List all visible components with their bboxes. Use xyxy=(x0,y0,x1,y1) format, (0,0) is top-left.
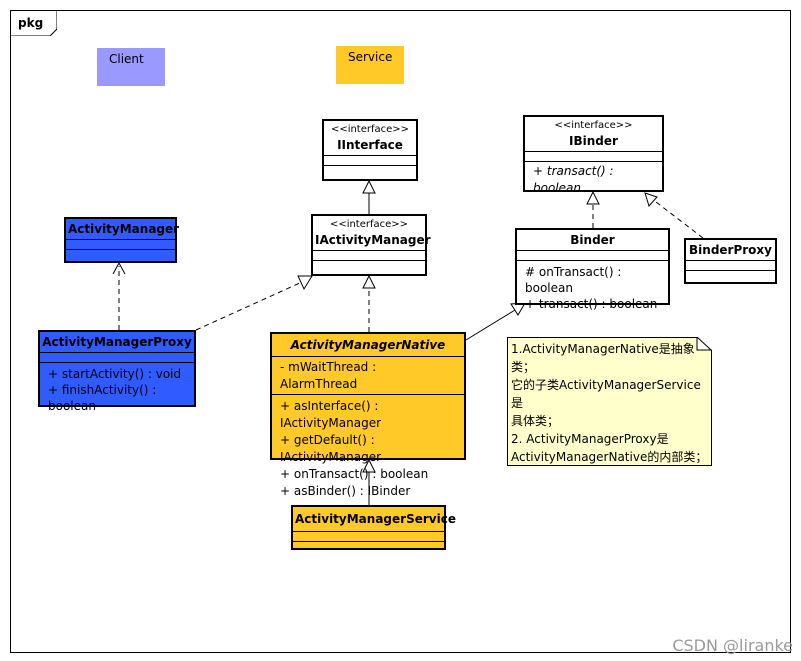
operation: + transact() : boolean xyxy=(533,164,614,195)
realization-arrow xyxy=(297,275,313,291)
note-line: 2. ActivityManagerProxy是 xyxy=(511,432,669,446)
class-binder[interactable]: Binder # onTransact() : boolean + transa… xyxy=(515,228,670,311)
operations-section xyxy=(324,166,416,175)
attributes-section xyxy=(517,251,668,261)
class-binderproxy[interactable]: BinderProxy xyxy=(684,238,777,284)
operations-section xyxy=(66,250,175,259)
class-name: IBinder xyxy=(569,134,618,148)
class-name: IActivityManager xyxy=(315,233,431,247)
operations-section: + startActivity() : void + finishActivit… xyxy=(40,363,194,415)
operations-section: + asInterface() : IActivityManager + get… xyxy=(272,395,464,501)
generalization-arrow xyxy=(362,179,376,194)
class-activitymanager[interactable]: ActivityManager xyxy=(64,217,180,263)
operation: # onTransact() : boolean xyxy=(525,265,622,295)
operation: + getDefault() : IActivityManager xyxy=(280,433,382,464)
class-name: Binder xyxy=(570,233,615,247)
class-name: ActivityManagerService xyxy=(295,512,456,526)
proxy-realizes-iactivitymanager xyxy=(195,281,303,331)
attribute: - mWaitThread : AlarmThread xyxy=(272,357,464,395)
attributes-section xyxy=(313,251,425,261)
attributes-section xyxy=(686,261,775,271)
realization-arrow xyxy=(362,274,376,289)
note[interactable]: 1.ActivityManagerNative是抽象类； 它的子类Activit… xyxy=(507,337,712,466)
operation: + asBinder() : IBinder xyxy=(280,484,411,498)
operations-section xyxy=(293,542,444,551)
attributes-section xyxy=(525,152,662,162)
stereotype: <<interface>> xyxy=(329,219,409,230)
class-name: ActivityManagerNative xyxy=(290,338,446,352)
operation: + onTransact() : boolean xyxy=(280,467,429,481)
attributes-section xyxy=(324,156,416,166)
operation: + finishActivity() : boolean xyxy=(48,383,157,413)
note-line: ActivityManagerNative的内部类； xyxy=(511,450,708,464)
amn-extends-binder xyxy=(465,309,516,341)
class-activitymanagernative[interactable]: ActivityManagerNative - mWaitThread : Al… xyxy=(270,332,466,498)
class-activitymanagerservice[interactable]: ActivityManagerService xyxy=(291,505,456,551)
note-line: 具体类； xyxy=(511,414,560,428)
operation: + asInterface() : IActivityManager xyxy=(280,399,382,430)
attributes-section xyxy=(40,353,194,363)
operations-section xyxy=(313,261,425,270)
attributes-section xyxy=(293,532,444,542)
class-name: BinderProxy xyxy=(689,243,772,257)
class-iactivitymanager[interactable]: <<interface>> IActivityManager xyxy=(311,214,431,276)
stereotype: <<interface>> xyxy=(554,120,633,131)
attributes-section xyxy=(66,240,175,250)
operations-section xyxy=(686,271,775,280)
stereotype: <<interface>> xyxy=(330,124,410,135)
class-iinterface[interactable]: <<interface>> IInterface xyxy=(322,119,418,181)
operation: + transact() : boolean xyxy=(525,297,658,311)
operation: + startActivity() : void xyxy=(48,367,182,381)
class-name: ActivityManager xyxy=(68,222,180,236)
class-name: ActivityManagerProxy xyxy=(42,335,192,349)
note-line: 1.ActivityManagerNative是抽象类； xyxy=(511,342,695,374)
note-fold-icon xyxy=(696,337,712,351)
note-line: 它的子类ActivityManagerService是 xyxy=(511,378,701,410)
operations-section: # onTransact() : boolean + transact() : … xyxy=(517,261,668,313)
watermark: CSDN @liranke xyxy=(672,636,793,655)
class-ibinder[interactable]: <<interface>> IBinder + transact() : bool… xyxy=(523,115,664,195)
class-name: IInterface xyxy=(337,138,403,152)
class-activitymanagerproxy[interactable]: ActivityManagerProxy + startActivity() :… xyxy=(38,330,196,413)
